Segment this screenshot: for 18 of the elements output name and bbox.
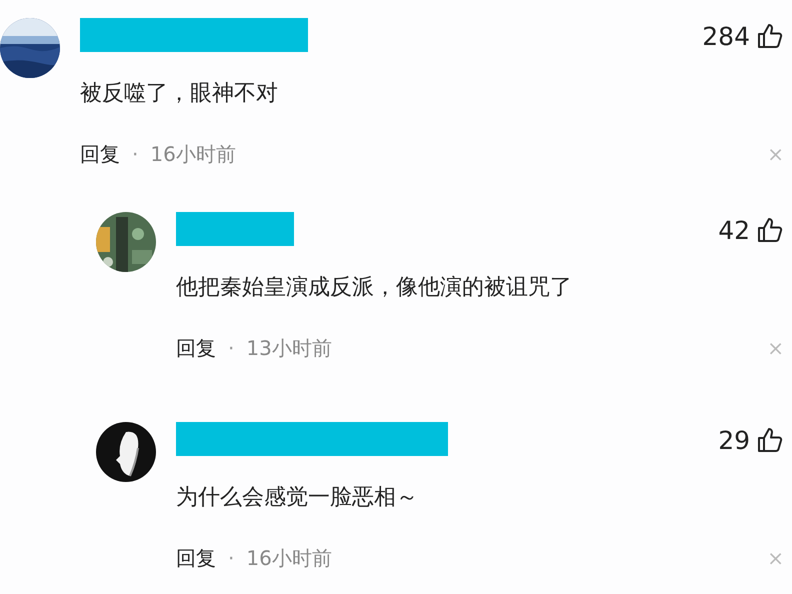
thumbs-up-icon[interactable] (756, 426, 784, 454)
like-count: 42 (718, 218, 750, 242)
thumbs-up-icon[interactable] (756, 22, 784, 50)
reply-button[interactable]: 回复 (176, 542, 216, 573)
comment-text: 为什么会感觉一脸恶相～ (176, 484, 419, 512)
timestamp: 13小时前 (246, 334, 332, 362)
separator: · (228, 334, 234, 362)
timestamp: 16小时前 (246, 544, 332, 572)
thumbs-up-icon[interactable] (756, 216, 784, 244)
reply-button[interactable]: 回复 (80, 138, 120, 169)
reply-button[interactable]: 回复 (176, 332, 216, 363)
comment-text: 被反噬了，眼神不对 (80, 80, 279, 108)
timestamp: 16小时前 (150, 140, 236, 168)
like-count: 29 (718, 428, 750, 452)
comment-text: 他把秦始皇演成反派，像他演的被诅咒了 (176, 274, 573, 302)
separator: · (132, 140, 138, 168)
separator: · (228, 544, 234, 572)
like-count: 284 (702, 24, 750, 48)
